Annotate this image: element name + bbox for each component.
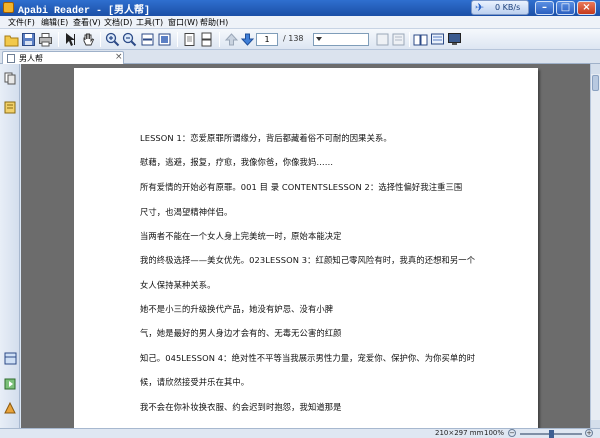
document-tab[interactable]: 男人帮 × [2, 51, 124, 64]
menu-tools[interactable]: 工具(T) [136, 17, 163, 28]
zoom-in-icon[interactable] [105, 32, 120, 47]
fit-page-icon[interactable] [157, 32, 172, 47]
prev-page-arrow-icon[interactable] [224, 32, 239, 47]
page-number-input[interactable]: 1 [256, 33, 278, 46]
hand-tool-icon[interactable] [81, 32, 96, 47]
single-page-icon[interactable] [182, 32, 197, 47]
toolbar-separator [100, 32, 101, 47]
close-tab-icon[interactable]: × [115, 52, 123, 62]
pages-panel-icon[interactable] [4, 72, 17, 85]
document-paragraph: 尺寸，也渴望精神伴侣。 [140, 207, 233, 217]
title-bar: Apabi Reader - [男人帮] ✈ 0 KB/s – □ × [0, 0, 600, 17]
chevron-down-icon [316, 37, 322, 41]
zoom-slider[interactable] [520, 430, 582, 438]
document-paragraph: 当两者不能在一个女人身上完美统一时，原始本能决定 [140, 231, 342, 241]
fit-width-icon[interactable] [140, 32, 155, 47]
annotation-icon[interactable] [391, 32, 406, 47]
menu-view[interactable]: 查看(V) [73, 17, 101, 28]
document-paragraph: 慰藉，逃避，报复，疗愈，我像你爸，你像我妈…… [140, 157, 334, 167]
page-size-label: 210×297 mm [435, 429, 484, 437]
document-icon [7, 54, 15, 63]
window-title: Apabi Reader - [男人帮] [18, 6, 151, 17]
menu-document[interactable]: 文档(D) [104, 17, 132, 28]
print-icon[interactable] [38, 32, 53, 47]
network-bird-icon: ✈ [475, 1, 485, 14]
document-paragraph: 我的终极选择——美女优先。023LESSON 3：红颜知己零风险有时，我真的还想… [140, 255, 476, 265]
select-cursor-icon[interactable] [63, 32, 78, 47]
zoom-in-button[interactable]: + [585, 429, 593, 437]
network-speed-text: 0 KB/s [495, 3, 521, 12]
toolbar-separator [58, 32, 59, 47]
toolbar-separator [177, 32, 178, 47]
thumbnail-icon[interactable] [430, 32, 445, 47]
zoom-out-button[interactable]: − [508, 429, 516, 437]
toolbar-separator [219, 32, 220, 47]
menu-window[interactable]: 窗口(W) [168, 17, 198, 28]
maximize-button[interactable]: □ [556, 1, 575, 15]
document-paragraph: 所有爱情的开始必有原罪。001 目 录 CONTENTSLESSON 2：选择性… [140, 182, 463, 192]
app-logo-icon [3, 2, 14, 13]
apabi-reader-window: Apabi Reader - [男人帮] ✈ 0 KB/s – □ × 文件(F… [0, 0, 600, 438]
document-paragraph: 我不会在你补妆换衣服、约会迟到时抱怨，我知道那是 [140, 402, 342, 412]
zoom-out-icon[interactable] [122, 32, 137, 47]
document-tab-strip: 男人帮 × [0, 50, 600, 64]
menu-edit[interactable]: 编辑(E) [41, 17, 68, 28]
menu-bar: 文件(F) 编辑(E) 查看(V) 文档(D) 工具(T) 窗口(W) 帮助(H… [0, 16, 600, 29]
zoom-level-label: 100% [484, 429, 505, 437]
scroll-up-button[interactable] [591, 64, 600, 74]
open-icon[interactable] [4, 32, 19, 47]
document-paragraph: 女人保持某种关系。 [140, 280, 216, 290]
close-button[interactable]: × [577, 1, 596, 15]
fullscreen-icon[interactable] [447, 32, 462, 47]
bookmarks-panel-icon[interactable] [4, 101, 17, 114]
document-paragraph: 知己。045LESSON 4：绝对性不平等当我展示男性力量，宠爱你、保护你、为你… [140, 353, 476, 363]
document-paragraph: 她不是小三的升级换代产品，她没有妒忌、没有小脾 [140, 304, 334, 314]
menu-help[interactable]: 帮助(H) [200, 17, 228, 28]
save-icon[interactable] [21, 32, 36, 47]
notes-panel-icon[interactable] [4, 401, 17, 414]
minimize-button[interactable]: – [535, 1, 554, 15]
next-page-arrow-icon[interactable] [240, 32, 255, 47]
document-paragraph: 候，请欣然接受并乐在其中。 [140, 377, 250, 387]
book-view-icon[interactable] [413, 32, 428, 47]
toolbar-separator [409, 32, 410, 47]
document-paragraph: LESSON 1：恋爱原罪所谓缘分，背后都藏着俗不可耐的因果关系。 [140, 133, 392, 143]
document-tab-label: 男人帮 [19, 54, 43, 63]
attachments-panel-icon[interactable] [4, 377, 17, 390]
page-total-label: / 138 [283, 34, 304, 43]
layers-panel-icon[interactable] [4, 352, 17, 365]
menu-file[interactable]: 文件(F) [8, 17, 35, 28]
scrollbar-thumb[interactable] [592, 75, 599, 91]
document-page: LESSON 1：恋爱原罪所谓缘分，背后都藏着俗不可耐的因果关系。 慰藉，逃避，… [74, 68, 538, 430]
vertical-scrollbar[interactable] [590, 64, 600, 430]
left-side-panel [0, 64, 20, 430]
zoom-dropdown[interactable] [313, 33, 369, 46]
bookmark-icon[interactable] [375, 32, 390, 47]
status-bar: 210×297 mm 100% − + [0, 428, 600, 438]
toolbar: 1 / 138 [0, 29, 600, 50]
document-paragraph: 气，她是最好的男人身边才会有的、无毒无公害的红颜 [140, 328, 342, 338]
zoom-slider-thumb[interactable] [548, 430, 554, 438]
network-speed-widget[interactable]: ✈ 0 KB/s [471, 0, 529, 15]
continuous-page-icon[interactable] [199, 32, 214, 47]
document-view[interactable]: LESSON 1：恋爱原罪所谓缘分，背后都藏着俗不可耐的因果关系。 慰藉，逃避，… [21, 64, 590, 430]
